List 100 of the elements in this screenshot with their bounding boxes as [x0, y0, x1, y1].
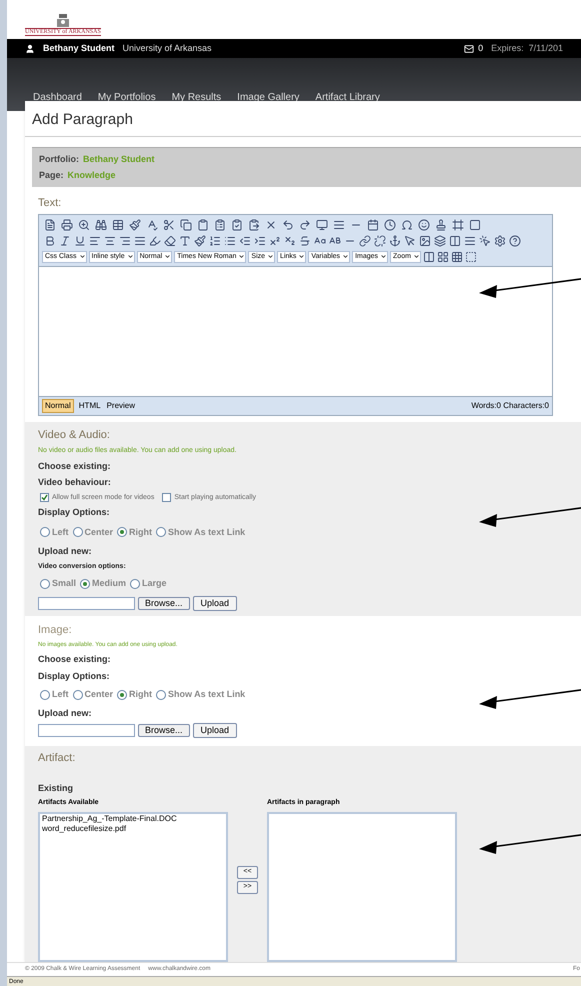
frame-icon[interactable] — [452, 218, 464, 231]
paste-list-icon[interactable] — [214, 218, 226, 231]
file-path-field[interactable] — [38, 724, 135, 738]
justify-icon[interactable] — [134, 234, 146, 247]
columns-icon[interactable] — [449, 234, 461, 247]
radio-button[interactable] — [156, 527, 166, 538]
radio-button[interactable] — [117, 690, 128, 700]
field-label: Choose existing: — [38, 460, 111, 473]
highlighter-icon[interactable] — [149, 234, 161, 247]
omega-icon[interactable] — [401, 218, 413, 231]
radio-label: Center — [84, 526, 114, 539]
spellcheck-icon[interactable] — [146, 218, 158, 231]
editor-mode-tab[interactable]: HTML — [78, 400, 102, 412]
copy-icon[interactable] — [180, 218, 192, 231]
radio-button[interactable] — [40, 527, 50, 538]
settings-icon[interactable] — [494, 234, 506, 247]
table-split-icon[interactable] — [422, 250, 435, 263]
underline-icon[interactable] — [74, 234, 86, 247]
info-label: Portfolio: — [39, 153, 79, 166]
help-icon[interactable] — [509, 234, 521, 247]
subscript-icon[interactable] — [284, 234, 296, 247]
zoom-icon[interactable] — [78, 218, 90, 231]
indent-icon[interactable] — [254, 234, 266, 247]
superscript-icon[interactable] — [269, 234, 281, 247]
monitor-icon[interactable] — [316, 218, 328, 231]
editor-mode-tab[interactable]: Preview — [106, 400, 136, 412]
layers-icon[interactable] — [434, 234, 446, 247]
paste-icon[interactable] — [197, 218, 209, 231]
radio-label: Small — [52, 577, 76, 590]
square-icon[interactable] — [469, 218, 481, 231]
calendar-icon[interactable] — [367, 218, 379, 231]
selection-icon[interactable] — [464, 250, 477, 263]
mail-icon[interactable] — [464, 44, 474, 54]
radio-button[interactable] — [40, 690, 50, 700]
radio-button[interactable] — [117, 527, 128, 538]
radio-label: Medium — [92, 577, 126, 590]
table-icon[interactable] — [112, 218, 124, 231]
lines-icon[interactable] — [333, 218, 345, 231]
cursor-icon[interactable] — [479, 234, 491, 247]
institution-name: University of Arkansas — [122, 42, 212, 55]
paste-text-icon[interactable] — [248, 218, 260, 231]
clock-icon[interactable] — [384, 218, 396, 231]
stamp-icon[interactable] — [435, 218, 447, 231]
upload-button[interactable]: Upload — [192, 723, 238, 738]
field-label: Video behaviour: — [38, 476, 111, 490]
background-color-icon[interactable] — [194, 234, 206, 247]
paste-check-icon[interactable] — [231, 218, 243, 231]
browse-button[interactable]: Browse... — [138, 724, 190, 738]
print-icon[interactable] — [61, 218, 73, 231]
table-grid-icon[interactable] — [450, 250, 463, 263]
available-list[interactable]: Partnership_Ag_-Template-Final.DOC word_reducefilesize.pdf — [38, 812, 228, 962]
editor-mode-tab[interactable]: Normal — [42, 398, 74, 413]
brush-icon[interactable] — [129, 218, 141, 231]
italic-icon[interactable] — [59, 234, 71, 247]
pointer-icon[interactable] — [404, 234, 416, 247]
eraser-icon[interactable] — [164, 234, 176, 247]
upload-button[interactable]: Upload — [192, 596, 238, 611]
delete-icon[interactable] — [265, 218, 277, 231]
file-path-field[interactable] — [38, 596, 135, 610]
smiley-icon[interactable] — [418, 218, 430, 231]
radio-button[interactable] — [156, 690, 166, 700]
align-center-icon[interactable] — [104, 234, 116, 247]
binoculars-icon[interactable] — [95, 218, 107, 231]
radio-label: Right — [129, 688, 152, 702]
list-item[interactable]: word_reducefilesize.pdf — [42, 824, 224, 834]
align-left-icon[interactable] — [89, 234, 101, 247]
radio-button[interactable] — [72, 690, 82, 700]
caret-icon — [238, 253, 246, 260]
radio-button[interactable] — [72, 527, 82, 538]
user-name[interactable]: Bethany Student — [43, 42, 115, 56]
checkbox[interactable] — [162, 493, 172, 502]
field-label: Existing — [38, 782, 74, 795]
expiry-date: Expires: 7/11/201 — [491, 42, 563, 55]
grid-icon[interactable] — [436, 250, 449, 263]
numbered-list-icon[interactable] — [209, 234, 221, 247]
message-count[interactable]: 0 — [478, 42, 484, 56]
align-right-icon[interactable] — [119, 234, 131, 247]
bold-icon[interactable] — [44, 234, 56, 247]
image-icon[interactable] — [419, 234, 431, 247]
paragraph-icon[interactable] — [464, 234, 476, 247]
cut-icon[interactable] — [163, 218, 175, 231]
section-title: Image: — [38, 622, 72, 638]
new-document-icon[interactable] — [44, 218, 56, 231]
browse-button[interactable]: Browse... — [138, 596, 190, 610]
radio-button[interactable] — [40, 578, 50, 589]
radio-button[interactable] — [130, 578, 140, 589]
undo-icon[interactable] — [282, 218, 294, 231]
list-item[interactable]: Partnership_Ag_-Template-Final.DOC — [42, 814, 224, 824]
radio-label: Left — [52, 526, 68, 539]
link-icon[interactable] — [359, 234, 371, 247]
unlink-icon[interactable] — [374, 234, 386, 247]
anchor-icon[interactable] — [389, 234, 401, 247]
checkbox[interactable] — [40, 493, 49, 502]
caret-icon — [164, 253, 172, 260]
font-color-icon[interactable] — [179, 234, 191, 247]
outdent-icon[interactable] — [239, 234, 251, 247]
radio-button[interactable] — [80, 578, 90, 589]
strikethrough-icon[interactable] — [299, 234, 311, 247]
user-icon — [25, 44, 35, 54]
redo-icon[interactable] — [299, 218, 311, 231]
